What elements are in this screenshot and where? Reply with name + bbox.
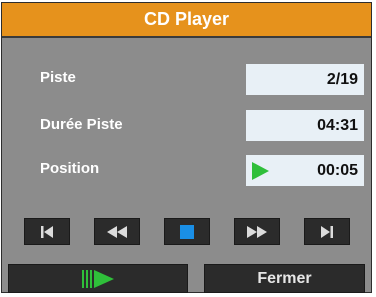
play-pause-icon [82,269,114,288]
window-title: CD Player [2,3,371,38]
cd-player-window: CD Player Piste 2/19 Durée Piste 04:31 P… [1,2,372,293]
duration-field: 04:31 [246,110,364,141]
track-label: Piste [40,69,76,86]
stop-icon [180,224,194,239]
fast-forward-button[interactable] [234,218,280,245]
skip-back-icon [41,225,53,238]
next-track-button[interactable] [304,218,350,245]
playing-indicator-icon [252,162,269,180]
previous-track-button[interactable] [24,218,70,245]
position-value: 00:05 [317,162,358,179]
skip-forward-icon [321,225,333,238]
play-pause-button[interactable] [8,264,188,293]
rewind-icon [107,225,127,238]
rewind-button[interactable] [94,218,140,245]
position-field: 00:05 [246,155,364,186]
close-button[interactable]: Fermer [204,264,365,293]
position-label: Position [40,160,100,177]
fast-forward-icon [247,225,267,238]
track-field: 2/19 [246,64,364,95]
duration-label: Durée Piste [40,116,123,133]
stop-button[interactable] [164,218,210,245]
